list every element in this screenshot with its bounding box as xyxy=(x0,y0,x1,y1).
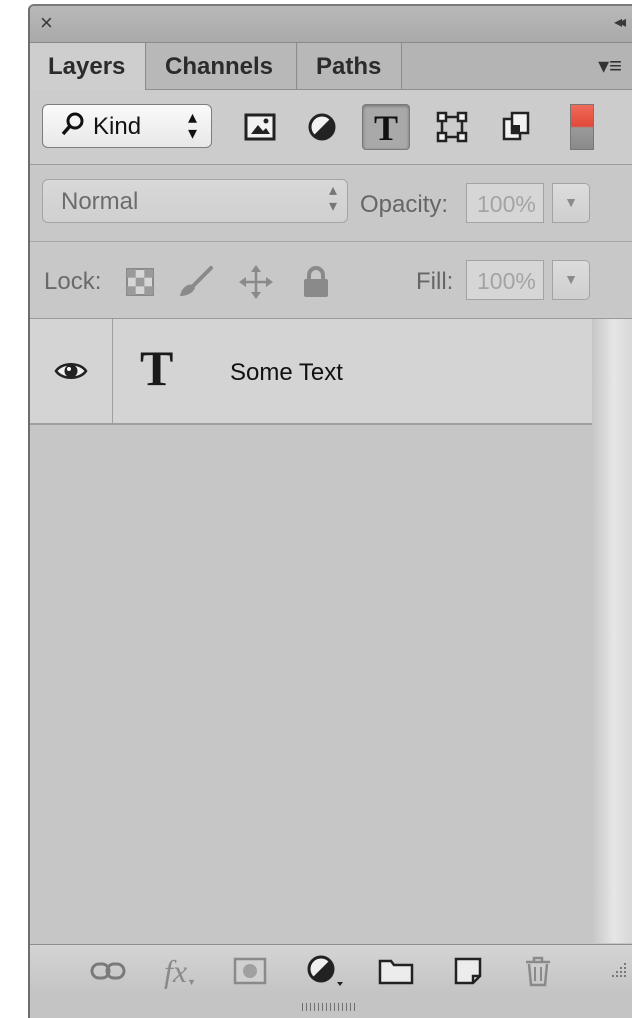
layers-list: T Some Text xyxy=(30,319,632,943)
fx-text: fx xyxy=(163,952,188,989)
trash-icon[interactable] xyxy=(518,953,558,989)
layer-name[interactable]: Some Text xyxy=(230,359,343,387)
blend-mode-value: Normal xyxy=(61,188,139,215)
panel-resize-bar xyxy=(30,997,632,1018)
svg-text:T: T xyxy=(374,109,398,145)
search-icon xyxy=(61,111,85,144)
lock-label: Lock: xyxy=(44,268,102,295)
tab-channels[interactable]: Channels xyxy=(147,43,297,89)
fill-dropdown-button[interactable]: ▼ xyxy=(552,260,590,300)
type-filter-icon[interactable]: T xyxy=(362,104,410,150)
blend-mode-select[interactable]: Normal ▴ ▾ xyxy=(42,179,348,223)
panel-titlebar: × ◂◂ xyxy=(30,6,632,43)
lock-position-icon[interactable] xyxy=(236,262,276,302)
adjustment-layer-icon[interactable] xyxy=(306,953,346,989)
panel-menu-icon[interactable]: ▾≡ xyxy=(598,53,622,79)
lock-all-icon[interactable] xyxy=(296,262,336,302)
bottom-toolbar: fx ▼ xyxy=(30,944,632,998)
opacity-label: Opacity: xyxy=(360,191,449,218)
layers-panel: × ◂◂ Layers Channels Paths ▾≡ Kind ▴▾ T xyxy=(28,4,632,1018)
resize-grip-icon[interactable] xyxy=(606,959,628,986)
lock-bar: Lock: Fill: 100% ▼ xyxy=(30,242,632,319)
layer-row[interactable]: T Some Text xyxy=(30,319,592,425)
fill-label: Fill: xyxy=(416,268,454,295)
shape-filter-icon[interactable] xyxy=(428,104,476,150)
filter-bar: Kind ▴ ▾ T xyxy=(30,90,632,165)
scrollbar[interactable] xyxy=(594,319,632,943)
updown-arrows-icon: ▴ ▾ xyxy=(328,182,337,215)
filter-toggle[interactable] xyxy=(570,104,594,150)
close-icon[interactable]: × xyxy=(40,10,53,36)
image-filter-icon[interactable] xyxy=(236,104,284,150)
updown-arrows-icon: ▴ ▾ xyxy=(187,107,197,143)
adjustment-filter-icon[interactable] xyxy=(298,104,346,150)
visibility-eye-icon[interactable] xyxy=(30,319,113,423)
blend-bar: Normal ▴ ▾ Opacity: 100% ▼ xyxy=(30,165,632,242)
tab-paths[interactable]: Paths xyxy=(298,43,402,89)
link-icon[interactable] xyxy=(88,953,128,989)
add-mask-icon[interactable] xyxy=(230,953,270,989)
lock-transparent-pixels-icon[interactable] xyxy=(120,262,160,302)
resize-handle[interactable] xyxy=(302,1003,356,1011)
tab-layers[interactable]: Layers xyxy=(30,43,146,90)
lock-image-pixels-icon[interactable] xyxy=(176,262,216,302)
panel-tabs: Layers Channels Paths ▾≡ xyxy=(30,43,632,90)
smart-object-filter-icon[interactable] xyxy=(492,104,540,150)
layer-thumbnail-type: T xyxy=(140,340,174,396)
fx-icon[interactable]: fx ▼ xyxy=(160,953,200,989)
kind-filter-select[interactable]: Kind ▴ ▾ xyxy=(42,104,212,148)
new-layer-icon[interactable] xyxy=(448,953,488,989)
new-group-icon[interactable] xyxy=(376,953,416,989)
kind-label: Kind xyxy=(93,113,142,140)
fill-field[interactable]: 100% xyxy=(466,260,544,300)
collapse-icon[interactable]: ◂◂ xyxy=(614,12,626,32)
opacity-dropdown-button[interactable]: ▼ xyxy=(552,183,590,223)
opacity-field[interactable]: 100% xyxy=(466,183,544,223)
